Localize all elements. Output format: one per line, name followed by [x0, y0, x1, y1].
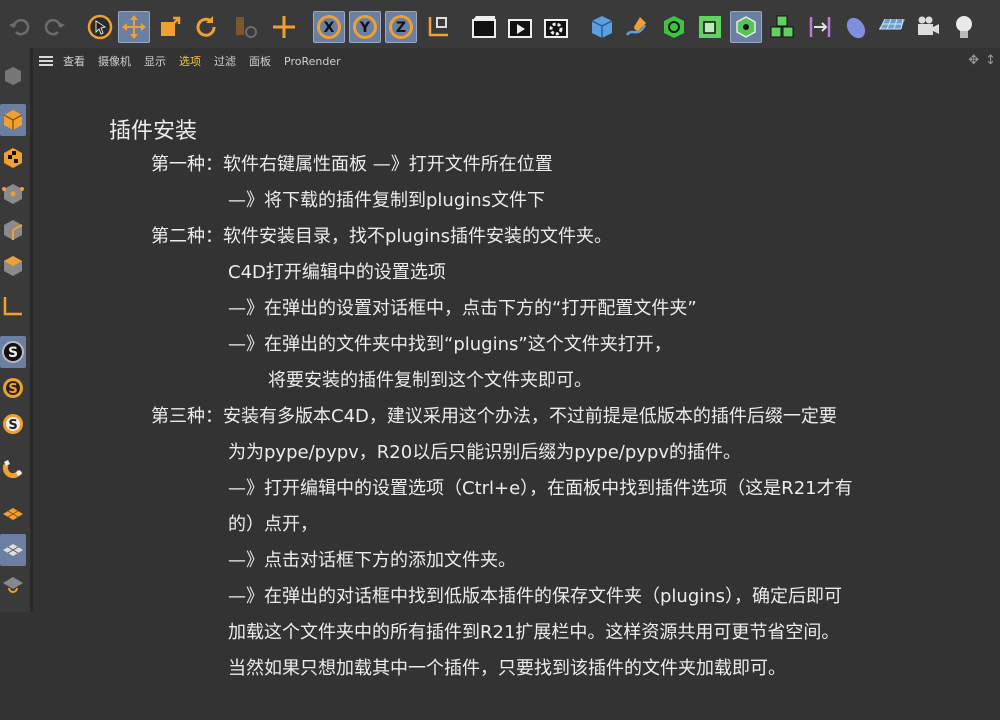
menu-item-options[interactable]: 选项 [179, 53, 201, 69]
menu-item-cameras[interactable]: 摄像机 [98, 53, 131, 69]
text-line: —》在弹出的对话框中找到低版本插件的保存文件夹（plugins），确定后即可 [228, 586, 843, 607]
text-line: 第二种：软件安装目录，找不plugins插件安装的文件夹。 [151, 226, 613, 247]
floor-icon[interactable] [876, 11, 908, 43]
grid-icon[interactable] [0, 534, 26, 566]
x-axis-lock-icon[interactable]: X [313, 11, 345, 43]
menu-item-panel[interactable]: 面板 [249, 53, 271, 69]
text-line: —》将下载的插件复制到plugins文件下 [228, 190, 546, 211]
text-line: —》在弹出的文件夹中找到“plugins”这个文件夹打开， [228, 334, 672, 355]
model-mode-icon[interactable] [0, 104, 26, 136]
extrude-object-icon[interactable] [694, 11, 726, 43]
axis-mode-icon[interactable] [0, 290, 26, 322]
text-line: 第三种：安装有多版本C4D，建议采用这个办法，不过前提是低版本的插件后缀一定要 [151, 406, 837, 427]
viewport-menu-bar: 查看 摄像机 显示 选项 过滤 面板 ProRender ✥ ↕ [33, 50, 1000, 72]
cube-icon[interactable] [586, 11, 618, 43]
menu-hamburger-icon[interactable] [39, 56, 53, 66]
viewport-text-overlay: 插件安装 第一种：软件右键属性面板 —》打开文件所在位置 —》将下载的插件复制到… [33, 72, 1000, 720]
svg-text:Y: Y [359, 20, 371, 36]
text-line: 加载这个文件夹中的所有插件到R21扩展栏中。这样资源共用可更节省空间。 [228, 622, 840, 643]
live-selection-icon[interactable] [84, 11, 116, 43]
point-mode-icon[interactable] [0, 178, 26, 210]
y-axis-lock-icon[interactable]: Y [349, 11, 381, 43]
main-toolbar: X Y Z [0, 0, 1000, 48]
move-view-icon[interactable]: ↕ [985, 53, 996, 69]
pan-icon[interactable]: ✥ [968, 53, 979, 69]
text-line: —》点击对话框下方的添加文件夹。 [228, 550, 516, 571]
deformer-bend-icon[interactable] [804, 11, 836, 43]
text-line: 将要安装的插件复制到这个文件夹即可。 [268, 370, 592, 391]
viewport-nav-controls: ✥ ↕ [968, 53, 996, 69]
subdivision-object-icon[interactable] [658, 11, 690, 43]
coordinate-system-icon[interactable] [422, 11, 454, 43]
field-icon[interactable] [840, 11, 872, 43]
undo-icon[interactable] [4, 11, 36, 43]
quantize-icon[interactable] [0, 570, 26, 602]
snap-icon[interactable]: S [0, 336, 26, 368]
svg-text:S: S [8, 418, 17, 433]
doc-title: 插件安装 [109, 119, 198, 144]
light-icon[interactable] [948, 11, 980, 43]
snap-settings-icon[interactable]: S [0, 372, 26, 404]
scale-icon[interactable] [154, 11, 186, 43]
magnet-icon[interactable] [0, 452, 26, 484]
text-line: C4D打开编辑中的设置选项 [228, 262, 446, 283]
menu-item-filter[interactable]: 过滤 [214, 53, 236, 69]
svg-text:S: S [8, 345, 18, 361]
z-axis-lock-icon[interactable]: Z [385, 11, 417, 43]
mograph-cloner-icon[interactable] [766, 11, 798, 43]
edge-mode-icon[interactable] [0, 214, 26, 246]
text-line: 当然如果只想加载其中一个插件，只要找到该插件的文件夹加载即可。 [228, 658, 786, 679]
menu-item-view[interactable]: 查看 [63, 53, 85, 69]
text-line: —》在弹出的设置对话框中，点击下方的“打开配置文件夹” [228, 298, 697, 319]
polygon-mode-icon[interactable] [0, 250, 26, 282]
menu-item-prorender[interactable]: ProRender [284, 55, 341, 68]
left-mode-palette: S S S [0, 48, 30, 612]
snap-enable-icon[interactable]: S [0, 408, 26, 440]
make-editable-icon[interactable] [0, 60, 26, 92]
rotate-icon[interactable] [190, 11, 222, 43]
workplane-icon[interactable] [0, 498, 26, 530]
redo-icon[interactable] [38, 11, 70, 43]
render-settings-icon[interactable] [540, 11, 572, 43]
menu-item-display[interactable]: 显示 [144, 53, 166, 69]
recent-tool-icon[interactable] [230, 11, 262, 43]
text-line: 为为pype/pypv，R20以后只能识别后缀为pype/pypv的插件。 [228, 442, 742, 463]
text-line: —》打开编辑中的设置选项（Ctrl+e），在面板中找到插件选项（这是R21才有 [228, 478, 853, 499]
render-picture-viewer-icon[interactable] [504, 11, 536, 43]
svg-text:X: X [324, 20, 335, 36]
svg-text:S: S [8, 382, 17, 397]
add-icon[interactable] [268, 11, 300, 43]
move-icon[interactable] [118, 11, 150, 43]
text-line: 的）点开， [228, 514, 318, 535]
svg-text:Z: Z [396, 20, 406, 36]
cloner-icon[interactable] [730, 11, 762, 43]
render-view-icon[interactable] [468, 11, 500, 43]
text-line: 第一种：软件右键属性面板 —》打开文件所在位置 [151, 154, 553, 175]
texture-mode-icon[interactable] [0, 142, 26, 174]
camera-icon[interactable] [912, 11, 944, 43]
pen-spline-icon[interactable] [622, 11, 654, 43]
